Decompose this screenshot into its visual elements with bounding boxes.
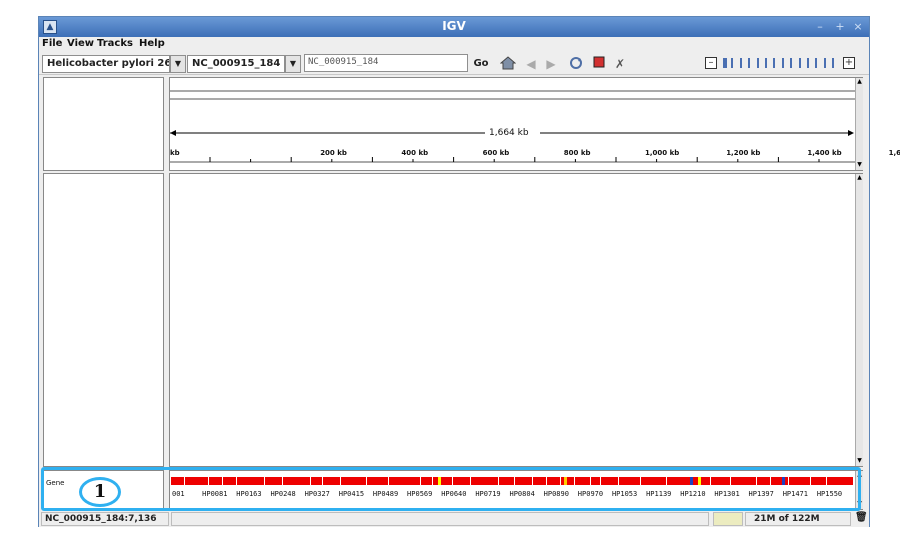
memory-readout: 21M of 122M [745, 512, 851, 526]
zoom-level-tick[interactable] [731, 58, 734, 68]
zoom-in-icon[interactable]: + [843, 57, 855, 69]
home-icon[interactable] [499, 56, 517, 72]
go-button[interactable]: Go [473, 56, 489, 72]
close-icon[interactable]: × [851, 20, 865, 34]
status-message [171, 512, 709, 526]
menu-view[interactable]: View [67, 38, 94, 49]
ruler-span-label: 1,664 kb [489, 128, 529, 138]
header-name-panel [43, 77, 164, 171]
scroll-up-icon[interactable]: ▲ [856, 174, 863, 182]
genome-dropdown-icon[interactable]: ▼ [170, 55, 186, 73]
ruler-tick-label: 1,000 kb [645, 149, 680, 157]
trash-icon[interactable]: 🗑 [855, 512, 868, 523]
data-name-panel [43, 173, 164, 467]
refresh-icon[interactable] [567, 56, 585, 72]
status-indicator [713, 512, 743, 526]
zoom-level-tick[interactable] [765, 58, 767, 68]
data-scrollbar[interactable]: ▲ ▼ [855, 174, 863, 466]
genome-select[interactable]: Helicobacter pylori 266... [42, 55, 170, 73]
back-icon[interactable]: ◀ [525, 56, 537, 72]
zoom-level-tick[interactable] [748, 58, 751, 68]
zoom-level-tick[interactable] [739, 58, 742, 68]
ruler-tick-label: 400 kb [401, 149, 429, 157]
status-bar: NC_000915_184:7,136 21M of 122M 🗑 [39, 511, 869, 527]
ruler-tick-label: 600 kb [482, 149, 510, 157]
zoom-level-tick[interactable] [823, 58, 826, 68]
zoom-level-tick[interactable] [807, 58, 809, 68]
menu-bar: File View Tracks Help [39, 37, 869, 51]
data-panel[interactable]: ▲ ▼ [169, 173, 863, 467]
zoom-widget[interactable]: – + [705, 57, 855, 69]
minimize-icon[interactable]: – [813, 20, 827, 34]
zoom-level-tick[interactable] [773, 58, 776, 68]
zoom-level-tick[interactable] [815, 58, 818, 68]
chromosome-select[interactable]: NC_000915_184 [187, 55, 285, 73]
window-title: IGV [442, 19, 466, 33]
callout-number-badge: 1 [79, 477, 121, 507]
ruler-tick-label: kb [170, 149, 180, 157]
locus-input[interactable]: NC_000915_184 [304, 54, 468, 72]
maximize-icon[interactable]: + [833, 20, 847, 34]
zoom-level-tick[interactable] [832, 58, 835, 68]
ruler-tick-label: 1,200 kb [726, 149, 761, 157]
ruler-scrollbar[interactable]: ▲ ▼ [855, 78, 863, 170]
toolbar: Helicobacter pylori 266... ▼ NC_000915_1… [39, 51, 869, 75]
zoom-level-tick[interactable] [723, 58, 727, 68]
ruler-tick-label: 200 kb [320, 149, 347, 157]
menu-file[interactable]: File [42, 38, 62, 49]
scroll-down-icon[interactable]: ▼ [856, 161, 863, 169]
zoom-level-tick[interactable] [798, 58, 801, 68]
title-bar[interactable]: ▲ IGV – + × [39, 17, 869, 37]
gene-track-callout [41, 467, 861, 511]
ruler-tick-label: 1,400 kb [807, 149, 842, 157]
ruler-tick-label: 1,600 kb [888, 149, 900, 157]
zoom-level-tick[interactable] [790, 58, 793, 68]
scroll-down-icon[interactable]: ▼ [856, 457, 863, 465]
ruler-panel: 1,664 kb kb 200 kb 400 kb 600 kb 800 kb 1,000… [169, 77, 900, 171]
zoom-level-tick[interactable] [781, 58, 784, 68]
menu-tracks[interactable]: Tracks [97, 38, 133, 49]
roi-icon[interactable] [591, 56, 607, 72]
position-readout: NC_000915_184:7,136 [41, 512, 169, 526]
scroll-up-icon[interactable]: ▲ [856, 78, 863, 86]
igv-window: ▲ IGV – + × File View Tracks Help Helico… [38, 16, 900, 527]
chromosome-dropdown-icon[interactable]: ▼ [285, 55, 301, 73]
zoom-level-tick[interactable] [756, 58, 759, 68]
resize-icon[interactable]: ✗ [613, 56, 627, 72]
menu-help[interactable]: Help [139, 38, 165, 49]
forward-icon[interactable]: ▶ [545, 56, 557, 72]
ruler-tick-label: 800 kb [563, 149, 591, 157]
zoom-out-icon[interactable]: – [705, 57, 717, 69]
